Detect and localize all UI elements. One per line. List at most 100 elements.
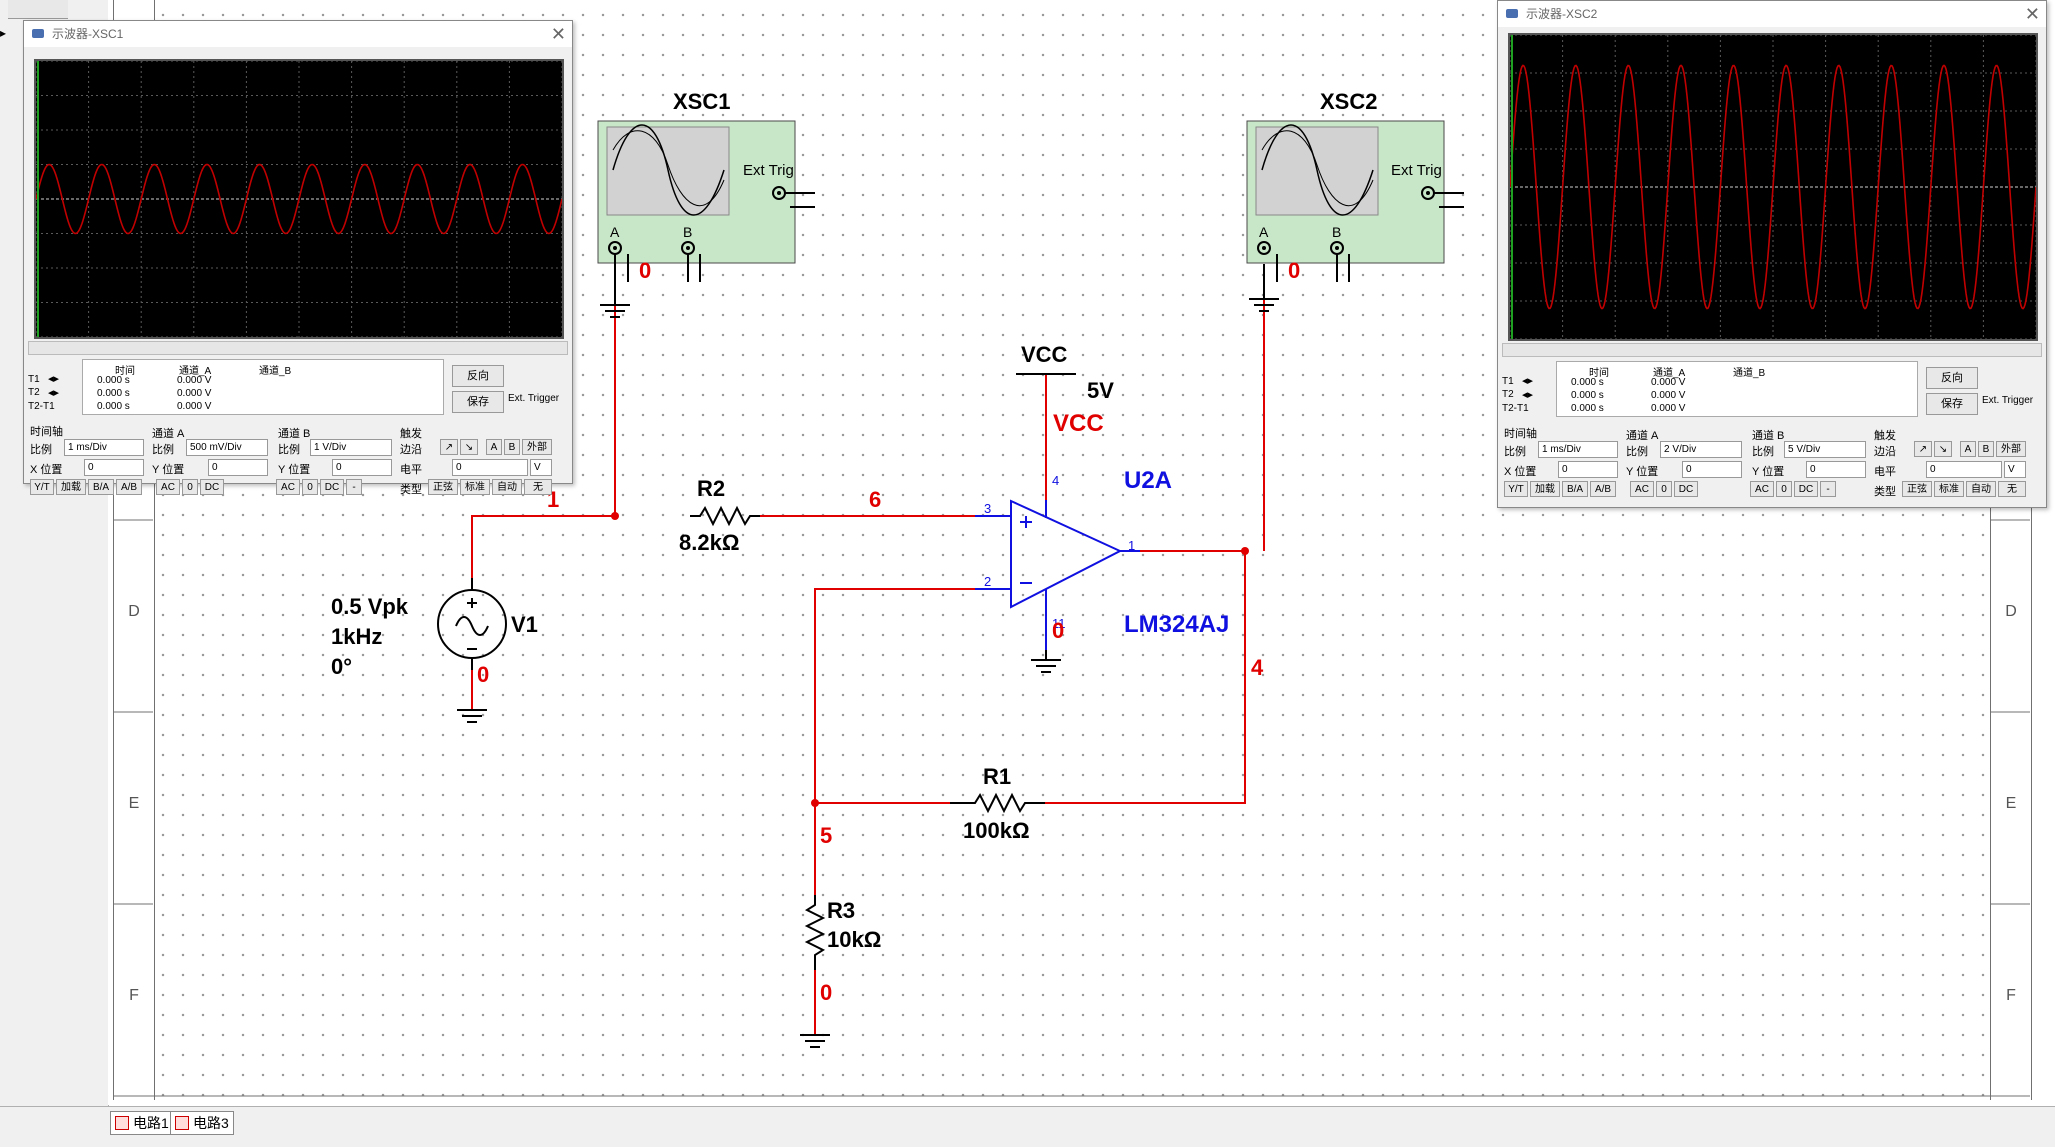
scope2-level[interactable]: 0 — [1926, 461, 2002, 478]
scope2-yt-button[interactable]: Y/T — [1504, 481, 1528, 497]
scope2-chb-minus-button[interactable]: - — [1820, 481, 1836, 497]
scope2-save-button[interactable]: 保存 — [1926, 393, 1978, 415]
scope2-chb-ac-button[interactable]: AC — [1750, 481, 1774, 497]
scope1-type-none-button[interactable]: 无 — [524, 479, 552, 495]
scope1-chb-minus-button[interactable]: - — [346, 479, 362, 495]
scope1-t1-arrows[interactable]: ◂▸ — [48, 372, 59, 385]
scope2-ab-button[interactable]: A/B — [1590, 481, 1616, 497]
scope1-type-sine-button[interactable]: 正弦 — [428, 479, 458, 495]
scope2-cha-dc-button[interactable]: DC — [1674, 481, 1698, 497]
scope2-trig-b-button[interactable]: B — [1978, 441, 1994, 457]
rising-edge-icon[interactable]: ↗ — [1914, 441, 1932, 457]
xsc1-ext-trig-label: Ext Trig — [743, 162, 794, 179]
scope1-t2-arrows[interactable]: ◂▸ — [48, 386, 59, 399]
scope1-window[interactable]: 示波器-XSC1 ✕ 时间 通道_A 通道_B 0.000 s 0.000 V … — [23, 20, 573, 496]
scope1-chb-scale[interactable]: 1 V/Div — [310, 439, 392, 456]
r3-value[interactable]: 10kΩ — [827, 927, 881, 953]
scope1-cha-scale[interactable]: 500 mV/Div — [186, 439, 268, 456]
scope1-ab-button[interactable]: A/B — [116, 479, 142, 495]
scope1-load-button[interactable]: 加载 — [56, 479, 86, 495]
tab-circuit1[interactable]: 电路1 — [110, 1111, 174, 1135]
scope1-reverse-button[interactable]: 反向 — [452, 365, 504, 387]
close-icon[interactable]: ✕ — [2025, 1, 2040, 27]
scope2-type-sine-button[interactable]: 正弦 — [1902, 481, 1932, 497]
scope1-cha-zero-button[interactable]: 0 — [182, 479, 198, 495]
scope1-timebase-scale[interactable]: 1 ms/Div — [64, 439, 144, 456]
scope1-level-unit[interactable]: V — [530, 459, 552, 476]
scope2-xpos[interactable]: 0 — [1558, 461, 1618, 478]
scope2-screen[interactable] — [1508, 33, 2038, 341]
scope1-screen[interactable] — [34, 59, 564, 339]
scope1-type-auto-button[interactable]: 自动 — [492, 479, 522, 495]
scope2-load-button[interactable]: 加载 — [1530, 481, 1560, 497]
scope1-level[interactable]: 0 — [452, 459, 528, 476]
scope2-trig-a-button[interactable]: A — [1960, 441, 1976, 457]
scope1-xpos[interactable]: 0 — [84, 459, 144, 476]
channel-a-trace — [35, 163, 563, 235]
scope2-window[interactable]: 示波器-XSC2 ✕ 时间 通道_A 通道_B 0.000 s 0.000 V … — [1497, 0, 2047, 508]
scope2-trig-ext-button[interactable]: 外部 — [1996, 441, 2026, 457]
rising-edge-icon[interactable]: ↗ — [440, 439, 458, 455]
scope1-chb-ac-button[interactable]: AC — [276, 479, 300, 495]
scope2-type-normal-button[interactable]: 标准 — [1934, 481, 1964, 497]
vcc-label[interactable]: VCC — [1021, 342, 1067, 368]
r1-value[interactable]: 100kΩ — [963, 818, 1030, 844]
scope2-timebase-title: 时间轴 — [1504, 428, 1537, 440]
scope1-scrollbar[interactable] — [28, 341, 568, 355]
scope2-type-auto-button[interactable]: 自动 — [1966, 481, 1996, 497]
scope1-ba-button[interactable]: B/A — [88, 479, 114, 495]
r3-name[interactable]: R3 — [827, 898, 855, 924]
scope2-titlebar[interactable]: 示波器-XSC2 ✕ — [1498, 1, 2046, 27]
scope2-chb-dc-button[interactable]: DC — [1794, 481, 1818, 497]
scope1-titlebar[interactable]: 示波器-XSC1 ✕ — [24, 21, 572, 47]
opamp-name[interactable]: U2A — [1124, 467, 1172, 495]
falling-edge-icon[interactable]: ↘ — [1934, 441, 1952, 457]
xsc2-label[interactable]: XSC2 — [1320, 89, 1377, 115]
r2-name[interactable]: R2 — [697, 476, 725, 502]
r2-value[interactable]: 8.2kΩ — [679, 530, 739, 556]
scope1-chb-ypos[interactable]: 0 — [332, 459, 392, 476]
scope2-timebase-scale[interactable]: 1 ms/Div — [1538, 441, 1618, 458]
scope1-trig-a-button[interactable]: A — [486, 439, 502, 455]
scope1-cha-ypos[interactable]: 0 — [208, 459, 268, 476]
scope2-cha-zero-button[interactable]: 0 — [1656, 481, 1672, 497]
scope2-cha-scale[interactable]: 2 V/Div — [1660, 441, 1742, 458]
v1-name[interactable]: V1 — [511, 612, 538, 638]
vcc-voltage[interactable]: 5V — [1087, 378, 1114, 404]
tab-circuit3[interactable]: 电路3 — [170, 1111, 234, 1135]
scope1-cha-ypos-label: Y 位置 — [152, 464, 185, 476]
falling-edge-icon[interactable]: ↘ — [460, 439, 478, 455]
scope2-t2-arrows[interactable]: ◂▸ — [1522, 388, 1533, 401]
scope2-scrollbar[interactable] — [1502, 343, 2042, 357]
scope2-cha-ypos[interactable]: 0 — [1682, 461, 1742, 478]
scope2-chb-scale[interactable]: 5 V/Div — [1784, 441, 1866, 458]
scope2-level-unit[interactable]: V — [2004, 461, 2026, 478]
oscilloscope-icon — [32, 29, 44, 38]
v1-frequency[interactable]: 1kHz — [331, 624, 382, 650]
scope1-save-button[interactable]: 保存 — [452, 391, 504, 413]
scope1-cha-dc-button[interactable]: DC — [200, 479, 224, 495]
scope2-reverse-button[interactable]: 反向 — [1926, 367, 1978, 389]
scope2-chb-ypos[interactable]: 0 — [1806, 461, 1866, 478]
oscilloscope-icon — [1506, 9, 1518, 18]
xsc1-label[interactable]: XSC1 — [673, 89, 730, 115]
scope1-col-chb: 通道_B — [259, 366, 292, 377]
scope1-type-normal-button[interactable]: 标准 — [460, 479, 490, 495]
scope1-trig-ext-button[interactable]: 外部 — [522, 439, 552, 455]
scope2-cha-title: 通道 A — [1626, 430, 1659, 442]
v1-phase[interactable]: 0° — [331, 654, 352, 680]
scope1-cha-ac-button[interactable]: AC — [156, 479, 180, 495]
r1-name[interactable]: R1 — [983, 764, 1011, 790]
scope2-t1-arrows[interactable]: ◂▸ — [1522, 374, 1533, 387]
scope2-chb-zero-button[interactable]: 0 — [1776, 481, 1792, 497]
scope2-ba-button[interactable]: B/A — [1562, 481, 1588, 497]
scope1-chb-zero-button[interactable]: 0 — [302, 479, 318, 495]
scope1-yt-button[interactable]: Y/T — [30, 479, 54, 495]
scope2-type-none-button[interactable]: 无 — [1998, 481, 2026, 497]
scope1-trig-b-button[interactable]: B — [504, 439, 520, 455]
opamp-model[interactable]: LM324AJ — [1124, 611, 1229, 639]
v1-amplitude[interactable]: 0.5 Vpk — [331, 594, 408, 620]
close-icon[interactable]: ✕ — [551, 21, 566, 47]
scope1-chb-dc-button[interactable]: DC — [320, 479, 344, 495]
scope2-cha-ac-button[interactable]: AC — [1630, 481, 1654, 497]
